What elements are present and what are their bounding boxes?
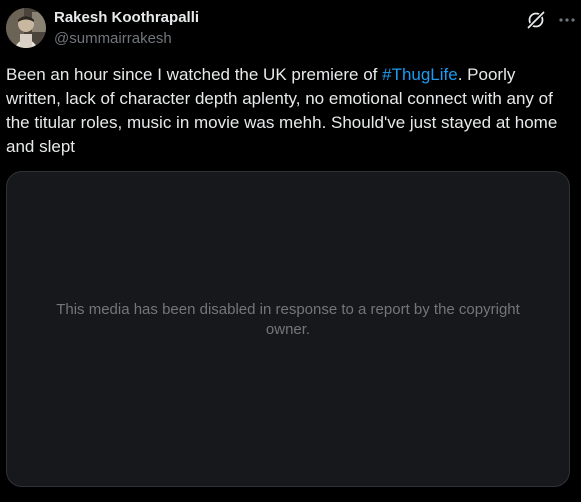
more-options-button[interactable] [556, 9, 578, 31]
tweet-text: Been an hour since I watched the UK prem… [6, 63, 571, 159]
grok-icon [527, 11, 545, 29]
avatar-image [6, 8, 46, 48]
author-info: Rakesh Koothrapalli @summairrakesh [54, 9, 199, 49]
author-display-name[interactable]: Rakesh Koothrapalli [54, 9, 199, 27]
avatar[interactable] [6, 8, 46, 48]
more-icon [559, 18, 575, 22]
grok-button[interactable] [525, 9, 547, 31]
tweet-card[interactable]: Rakesh Koothrapalli @summairrakesh Been … [0, 0, 581, 502]
media-disabled-message: This media has been disabled in response… [56, 301, 520, 338]
hashtag-link[interactable]: #ThugLife [382, 65, 458, 84]
tweet-text-before: Been an hour since I watched the UK prem… [6, 65, 383, 84]
author-handle[interactable]: @summairrakesh [54, 29, 199, 49]
media-placeholder: This media has been disabled in response… [6, 171, 570, 487]
